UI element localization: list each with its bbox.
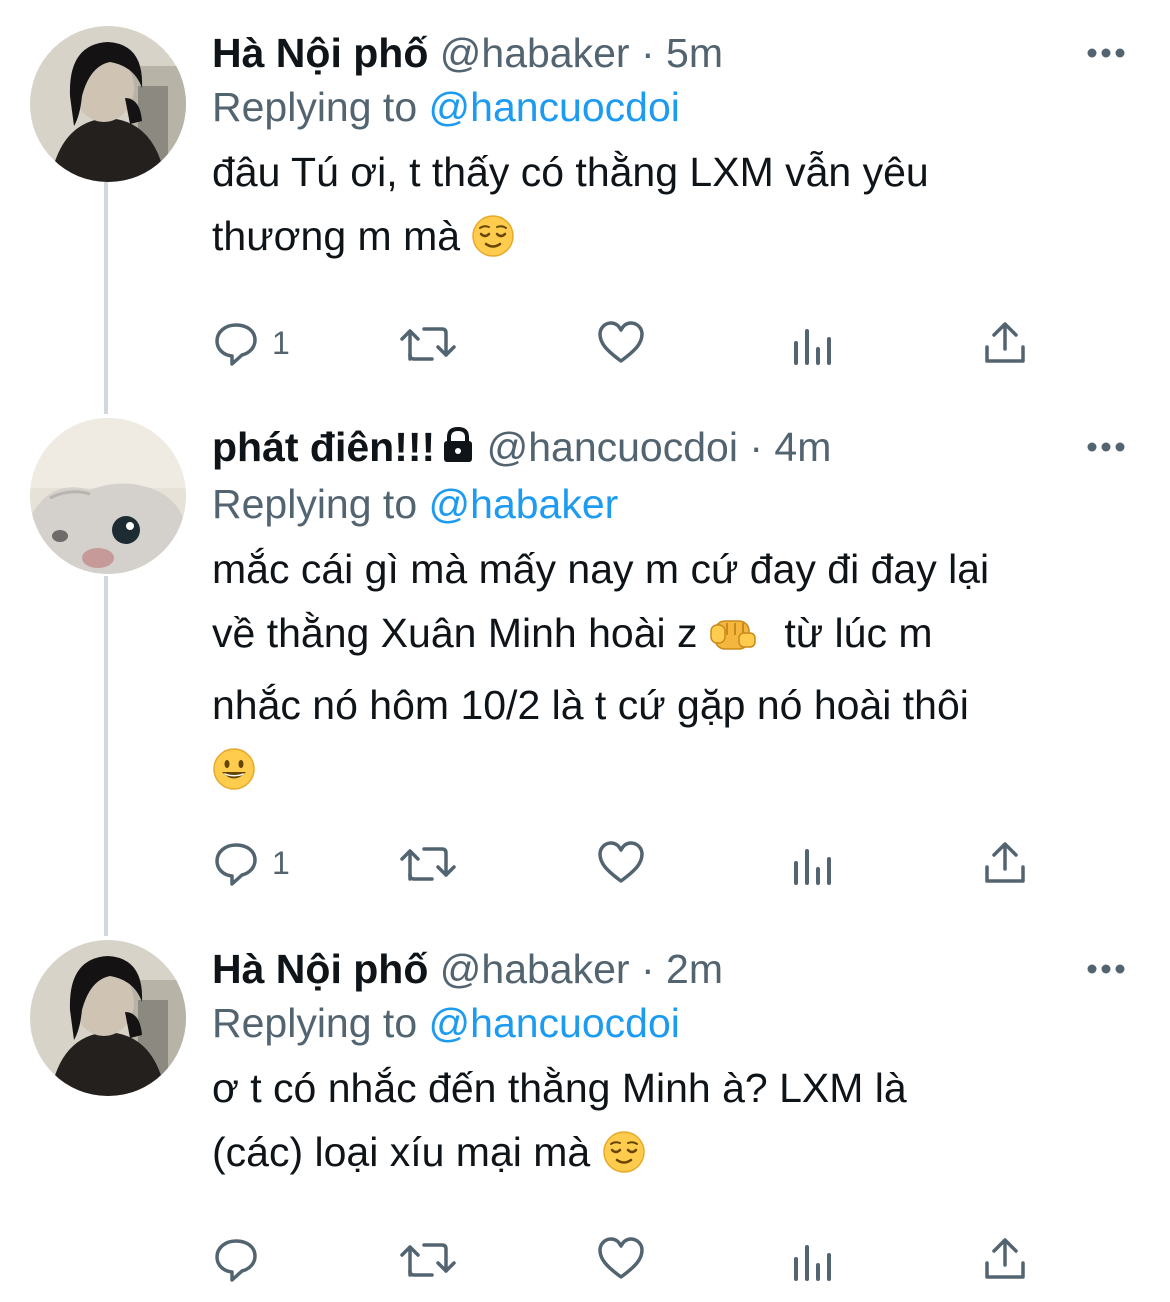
tweet-header: Hà Nội phố @habaker · 2m <box>212 942 1130 996</box>
reply-icon <box>212 319 260 367</box>
tweet-text-segment: từ lúc m <box>784 610 933 656</box>
share-icon <box>982 839 1028 887</box>
tweet-text: đâu Tú ơi, t thấy có thằng LXM vẫn yêu t… <box>212 140 1130 276</box>
user-handle[interactable]: @habaker <box>440 946 630 992</box>
tweet-actions: 1 <box>212 318 1042 368</box>
avatar[interactable] <box>30 418 186 574</box>
share-icon <box>982 319 1028 367</box>
user-handle[interactable]: @habaker <box>440 30 630 76</box>
views-button[interactable] <box>792 1234 836 1284</box>
grinning-face-emoji-icon <box>212 745 256 809</box>
display-name[interactable]: phát điên!!! <box>212 424 435 470</box>
lock-icon <box>441 423 475 477</box>
like-icon <box>596 319 646 367</box>
timestamp[interactable]: 4m <box>774 424 831 470</box>
retweet-icon <box>398 839 458 887</box>
relieved-face-emoji-icon <box>471 212 515 276</box>
tweet-text-line: thương m mà <box>212 204 1130 276</box>
like-icon <box>596 839 646 887</box>
share-icon <box>982 1235 1028 1283</box>
thread-line <box>104 182 108 414</box>
tweet-text: ơ t có nhắc đến thằng Minh à? LXM là (cá… <box>212 1056 1130 1192</box>
separator-dot: · <box>640 946 655 992</box>
reply-count: 1 <box>272 844 290 881</box>
display-name[interactable]: Hà Nội phố <box>212 30 428 76</box>
reply-icon <box>212 839 260 887</box>
tweet-text-line: mắc cái gì mà mấy nay m cứ đay đi đay lạ… <box>212 546 990 592</box>
tweet-text-line: ơ t có nhắc đến thằng Minh à? LXM là <box>212 1065 907 1111</box>
views-icon <box>792 1235 836 1283</box>
retweet-icon <box>398 1235 458 1283</box>
like-button[interactable] <box>596 1234 646 1284</box>
retweet-button[interactable] <box>398 838 458 888</box>
more-icon[interactable] <box>1086 962 1126 974</box>
tweet-actions <box>212 1234 1042 1284</box>
user-handle[interactable]: @hancuocdoi <box>487 424 738 470</box>
tweet-text-line: về thằng Xuân Minh hoài z từ lúc m <box>212 601 1130 673</box>
tweet-text-line: nhắc nó hôm 10/2 là t cứ gặp nó hoài thô… <box>212 682 969 728</box>
replying-to: Replying to @habaker <box>212 477 1130 531</box>
tweet-actions: 1 <box>212 838 1042 888</box>
tweet-text-segment: thương m mà <box>212 213 461 259</box>
replying-to: Replying to @hancuocdoi <box>212 80 1130 134</box>
display-name[interactable]: Hà Nội phố <box>212 946 428 992</box>
avatar[interactable] <box>30 26 186 182</box>
timestamp[interactable]: 5m <box>666 30 723 76</box>
replying-prefix: Replying to <box>212 1000 418 1046</box>
reply-icon <box>212 1235 260 1283</box>
relieved-face-emoji-icon <box>602 1128 646 1192</box>
views-button[interactable] <box>792 838 836 888</box>
separator-dot: · <box>640 30 655 76</box>
share-button[interactable] <box>982 318 1028 368</box>
retweet-icon <box>398 319 458 367</box>
mention-link[interactable]: @habaker <box>429 481 619 527</box>
separator-dot: · <box>749 424 764 470</box>
more-icon[interactable] <box>1086 46 1126 58</box>
share-button[interactable] <box>982 838 1028 888</box>
like-button[interactable] <box>596 838 646 888</box>
tweet-text-line <box>212 737 1130 809</box>
tweet-header: phát điên!!! @hancuocdoi · 4m <box>212 420 1130 477</box>
share-button[interactable] <box>982 1234 1028 1284</box>
like-button[interactable] <box>596 318 646 368</box>
tweet-text-line: (các) loại xíu mại mà <box>212 1120 1130 1192</box>
thread-line <box>104 576 108 936</box>
tweet-text-segment: về thằng Xuân Minh hoài z <box>212 610 698 656</box>
views-icon <box>792 319 836 367</box>
retweet-button[interactable] <box>398 318 458 368</box>
timestamp[interactable]: 2m <box>666 946 723 992</box>
mention-link[interactable]: @hancuocdoi <box>429 84 680 130</box>
tweet-text: mắc cái gì mà mấy nay m cứ đay đi đay lạ… <box>212 537 1130 809</box>
like-icon <box>596 1235 646 1283</box>
replying-prefix: Replying to <box>212 84 418 130</box>
tweet-text-line: đâu Tú ơi, t thấy có thằng LXM vẫn yêu <box>212 149 929 195</box>
more-icon[interactable] <box>1086 440 1126 452</box>
reply-count: 1 <box>272 324 290 361</box>
views-icon <box>792 839 836 887</box>
views-button[interactable] <box>792 318 836 368</box>
retweet-button[interactable] <box>398 1234 458 1284</box>
reply-button[interactable]: 1 <box>212 318 290 368</box>
replying-prefix: Replying to <box>212 481 418 527</box>
tweet-text-segment: (các) loại xíu mại mà <box>212 1129 591 1175</box>
replying-to: Replying to @hancuocdoi <box>212 996 1130 1050</box>
reply-button[interactable]: 1 <box>212 838 290 888</box>
tweet-header: Hà Nội phố @habaker · 5m <box>212 26 1130 80</box>
avatar[interactable] <box>30 940 186 1096</box>
mention-link[interactable]: @hancuocdoi <box>429 1000 680 1046</box>
fist-emoji-icon <box>709 609 759 673</box>
reply-button[interactable] <box>212 1234 272 1284</box>
